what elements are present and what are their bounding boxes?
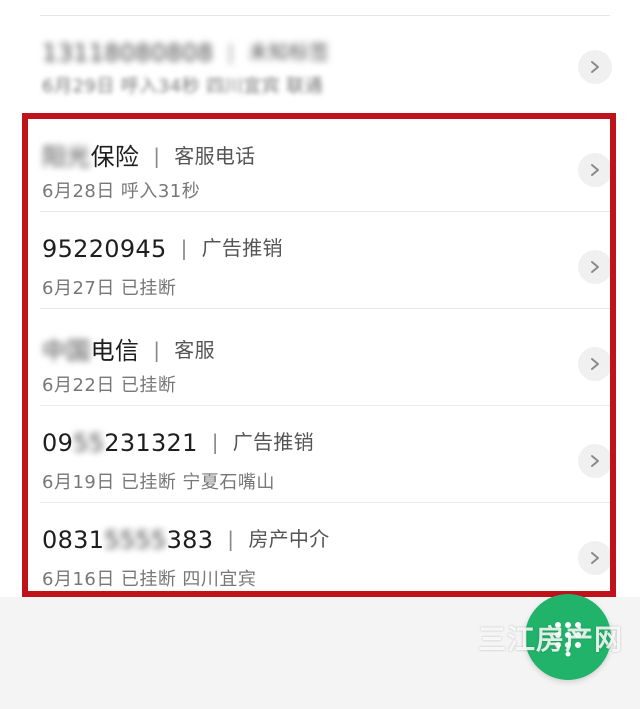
watermark-text: 三江房产网 — [478, 623, 624, 656]
call-number: 95220945 — [42, 235, 167, 263]
call-number-redacted: 55 — [73, 429, 105, 457]
call-tag: 广告推销 — [201, 236, 283, 260]
details-chevron-button[interactable] — [578, 153, 612, 187]
chevron-right-icon — [591, 455, 599, 467]
call-number-redacted: 阳光 — [42, 143, 91, 171]
call-tag: 客服 — [174, 338, 215, 362]
details-chevron-button[interactable] — [578, 541, 612, 575]
call-detail: 已挂断 — [120, 569, 177, 590]
call-date: 6月22日 — [42, 375, 115, 396]
call-date: 6月28日 — [42, 181, 115, 202]
call-log-item[interactable]: 阳光保险 | 客服电话 6月28日 呼入31秒 — [0, 115, 640, 212]
call-number: 电信 — [90, 337, 140, 365]
details-chevron-button[interactable] — [578, 444, 612, 478]
call-detail: 已挂断 — [120, 375, 177, 396]
call-number: 保险 — [90, 143, 140, 171]
call-log-item[interactable]: 中国电信 | 客服 6月22日 已挂断 — [0, 309, 640, 406]
details-chevron-button[interactable] — [578, 250, 612, 284]
call-log-item[interactable]: 13118080808 | 未知标签 6月29日 呼入34秒 四川宜宾 联通 — [0, 18, 640, 114]
chevron-right-icon — [591, 61, 599, 73]
call-tag: 广告推销 — [232, 430, 314, 454]
call-log-item[interactable]: 95220945 | 广告推销 6月27日 已挂断 — [0, 212, 640, 309]
call-location: 宁夏石嘴山 — [182, 472, 275, 493]
chevron-right-icon — [591, 261, 599, 273]
call-number-redacted: 中国 — [42, 337, 91, 365]
call-tag: 房产中介 — [248, 527, 330, 551]
top-divider — [40, 15, 610, 16]
call-number-part: 383 — [166, 526, 214, 554]
call-detail: 呼入31秒 — [120, 181, 201, 202]
call-location: 四川宜宾 — [206, 76, 281, 97]
call-number-part: 231321 — [104, 429, 198, 457]
call-log-item[interactable]: 0955231321 | 广告推销 6月19日 已挂断 宁夏石嘴山 — [0, 406, 640, 503]
call-log-item[interactable]: 08315555383 | 房产中介 6月16日 已挂断 四川宜宾 — [0, 503, 640, 597]
call-detail: 呼入34秒 — [120, 76, 201, 97]
call-detail: 已挂断 — [120, 278, 177, 299]
chevron-right-icon — [591, 552, 599, 564]
call-date: 6月29日 — [42, 76, 115, 97]
details-chevron-button[interactable] — [578, 347, 612, 381]
call-date: 6月19日 — [42, 472, 115, 493]
call-tag: 未知标签 — [248, 40, 330, 64]
call-date: 6月16日 — [42, 569, 115, 590]
call-number-redacted: 5555 — [104, 526, 167, 554]
chevron-right-icon — [591, 358, 599, 370]
call-number-part: 09 — [42, 429, 74, 457]
call-number-part: 0831 — [42, 526, 105, 554]
call-date: 6月27日 — [42, 278, 115, 299]
call-number: 13118080808 — [42, 39, 214, 67]
call-carrier: 联通 — [286, 76, 324, 97]
call-tag: 客服电话 — [174, 144, 256, 168]
call-location: 四川宜宾 — [182, 569, 257, 590]
call-detail: 已挂断 — [120, 472, 177, 493]
details-chevron-button[interactable] — [578, 50, 612, 84]
chevron-right-icon — [591, 164, 599, 176]
